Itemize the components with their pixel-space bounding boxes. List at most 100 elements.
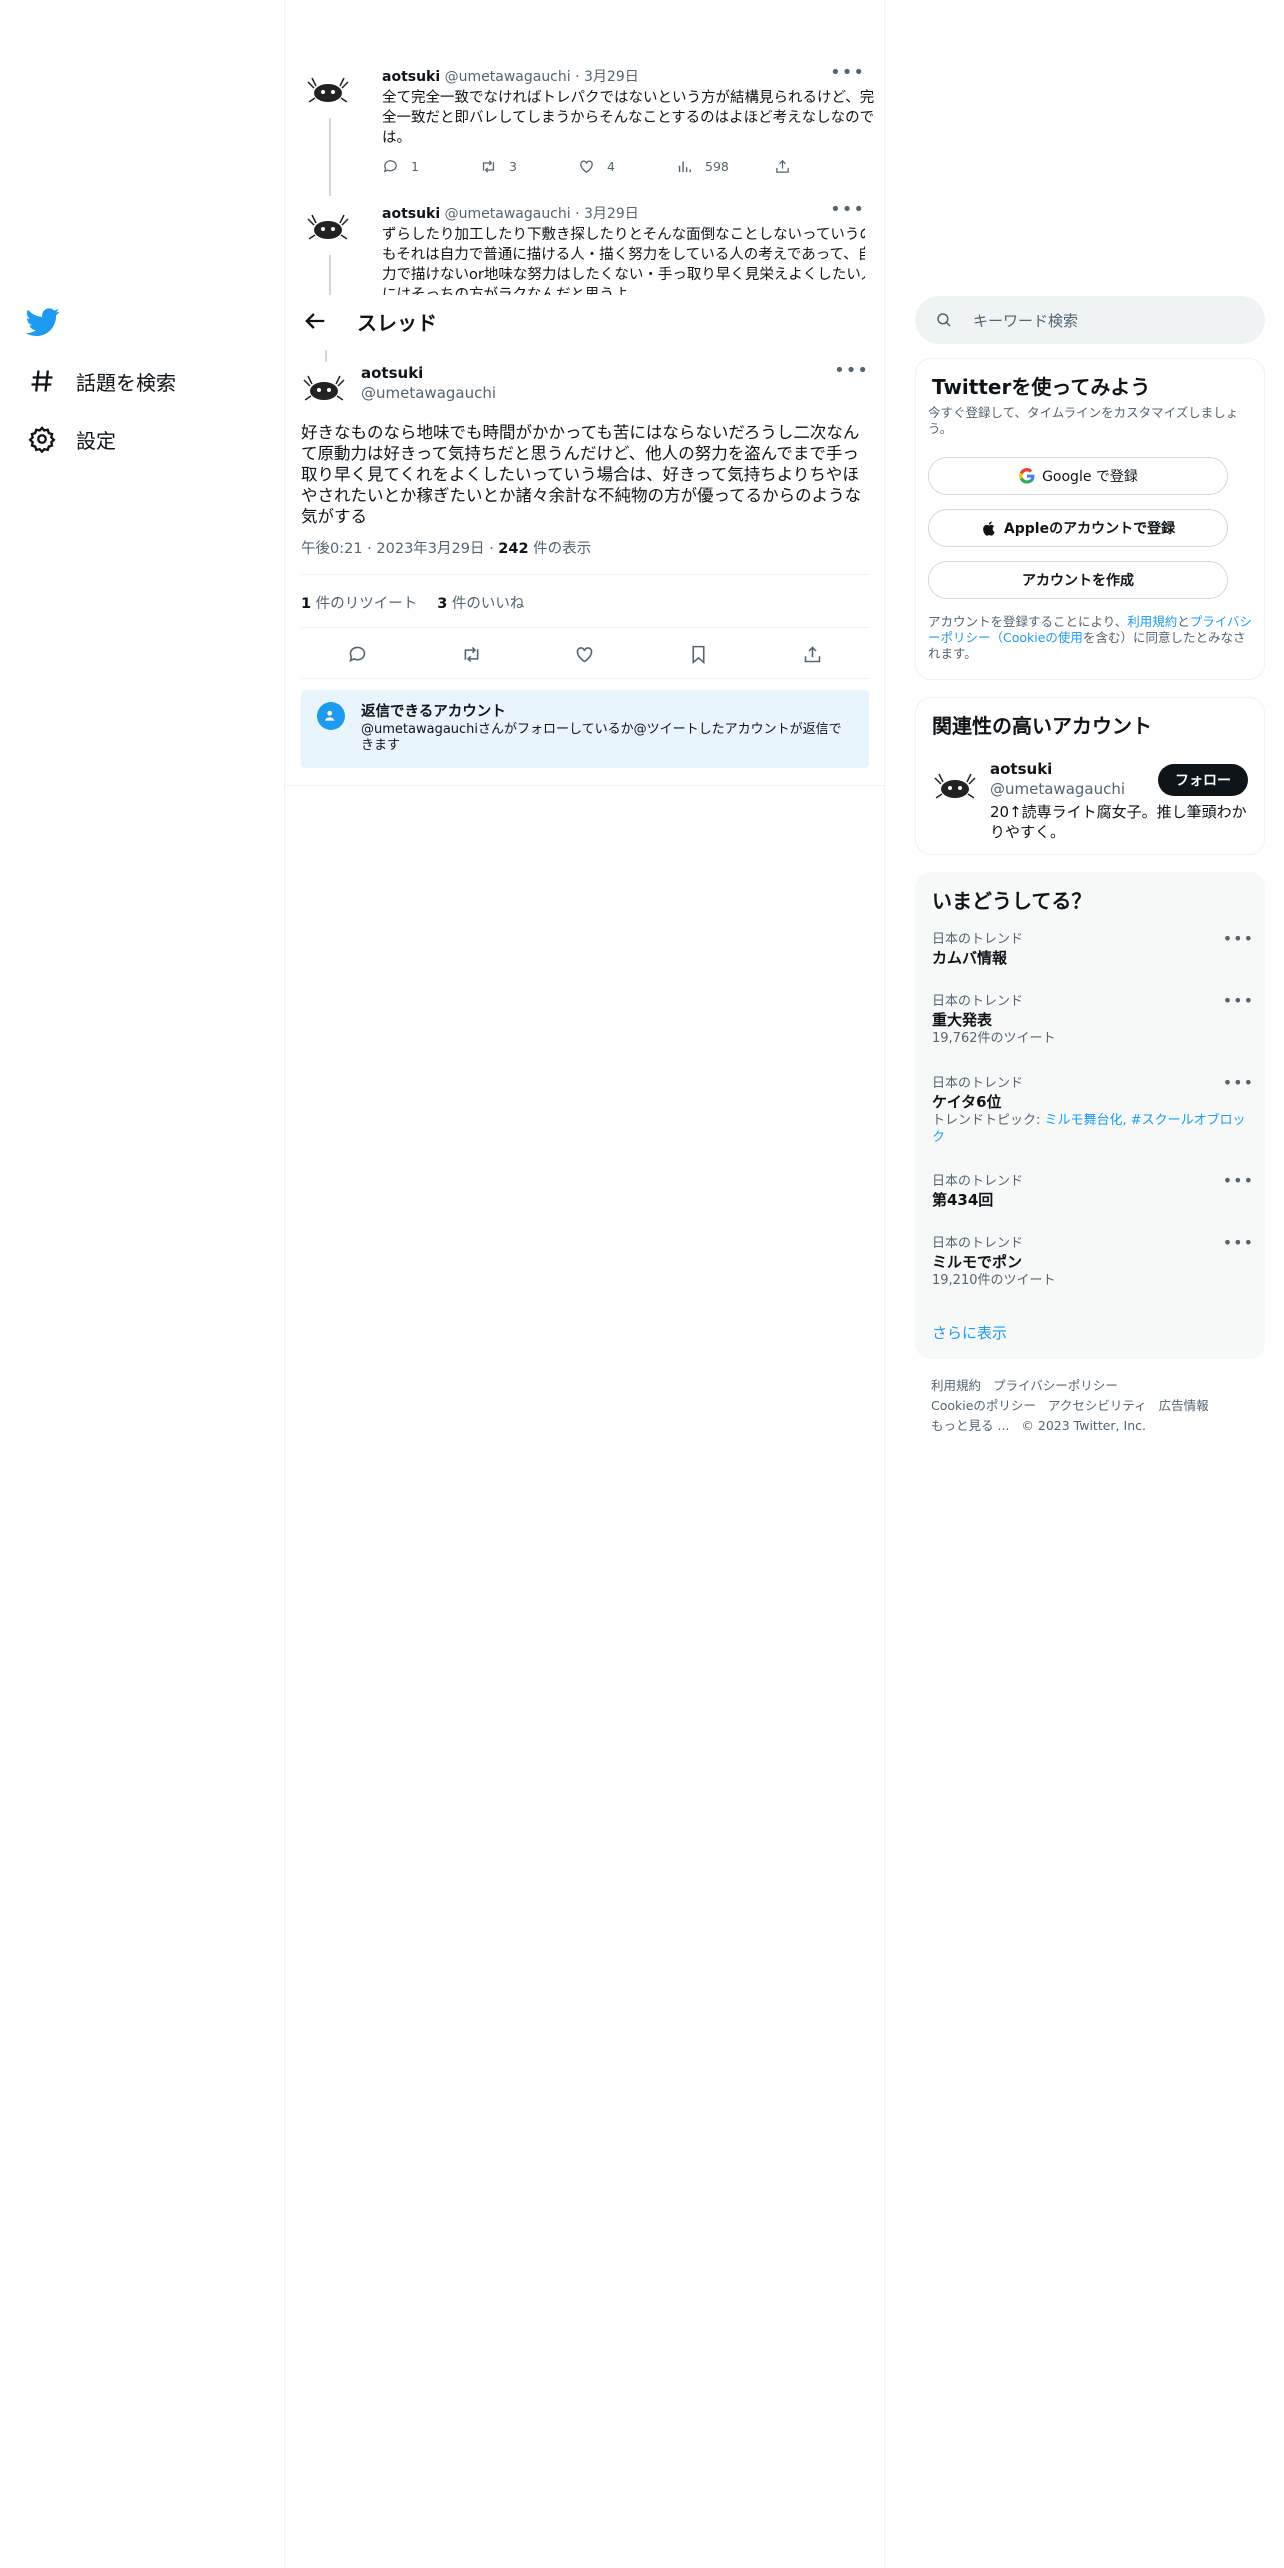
more-icon[interactable]: ••• [1223,929,1254,948]
nav-settings-label: 設定 [76,428,116,453]
reply-button[interactable]: 1 [382,158,480,175]
related-name[interactable]: aotsuki [990,760,1052,778]
hashtag-icon [31,370,53,392]
tweet-timestamp[interactable]: 午後0:21 · 2023年3月29日 · [301,541,498,557]
thread-line [329,255,331,295]
like-stat[interactable]: 3 件のいいね [437,592,524,613]
views-label: 件の表示 [528,541,592,557]
left-nav: 話題を検索 設定 [0,0,285,2568]
search-icon [937,313,951,327]
signup-title: Twitterを使ってみよう [932,375,1151,399]
follow-button[interactable]: フォロー [1158,764,1248,796]
google-signup-label: Google で登録 [1042,469,1138,485]
author-handle[interactable]: @umetawagauchi [445,69,571,85]
terms-pre: アカウントを登録することにより、 [928,614,1128,629]
more-icon[interactable]: ••• [1223,1233,1254,1252]
trend-item[interactable]: 日本のトレンド ミルモでポン 19,210件のツイート ••• [932,1233,1254,1289]
avatar[interactable] [301,364,347,410]
page-title: スレッド [357,311,437,335]
tweet-date[interactable]: · 3月29日 [575,69,639,85]
footer-terms-link[interactable]: 利用規約 [931,1378,981,1393]
divider [301,678,869,679]
trend-topic: ミルモでポン [932,1253,1023,1271]
share-icon [776,159,789,173]
nav-explore[interactable]: 話題を検索 [28,361,176,401]
avatar[interactable] [305,66,351,112]
signup-card: Twitterを使ってみよう 今すぐ登録して、タイムラインをカスタマイズしましょ… [915,358,1265,680]
thread-tweet[interactable]: aotsuki @umetawagauchi · 3月29日 ••• 全て完全一… [305,62,874,196]
reply-count: 1 [411,159,419,174]
more-icon[interactable]: ••• [830,203,865,220]
author-name[interactable]: aotsuki [361,364,423,382]
tweet-meta: 午後0:21 · 2023年3月29日 · 242 件の表示 [301,537,591,558]
trend-item[interactable]: 日本のトレンド ケイタ6位 トレンドトピック: ミルモ舞台化, #スクールオブロ… [932,1073,1254,1146]
analytics-icon [678,161,691,173]
share-button[interactable] [774,158,872,175]
trend-topic: ケイタ6位 [932,1093,1002,1111]
search-placeholder: キーワード検索 [973,311,1079,330]
author-name[interactable]: aotsuki [382,206,440,222]
retweet-button[interactable]: 3 [480,158,578,175]
thread-line [325,350,327,362]
author-handle[interactable]: @umetawagauchi [361,384,496,402]
trend-related-topics: トレンドトピック: ミルモ舞台化, #スクールオブロック [932,1112,1252,1146]
more-icon[interactable]: ••• [1223,1073,1254,1092]
terms-link[interactable]: 利用規約 [1127,614,1177,629]
trend-topic-prefix: トレンドトピック: [932,1113,1045,1128]
create-account-button[interactable]: アカウントを作成 [928,561,1228,599]
retweet-count: 3 [509,159,517,174]
divider [301,627,869,628]
user-check-icon [317,702,345,730]
heart-icon [580,160,593,173]
more-icon[interactable]: ••• [1223,991,1254,1010]
footer-copyright: © 2023 Twitter, Inc. [1021,1418,1146,1433]
trend-category: 日本のトレンド [932,1174,1024,1189]
reply-icon[interactable] [347,644,368,665]
twitter-logo-icon[interactable] [26,305,60,339]
retweet-stat[interactable]: 1 件のリツイート [301,592,417,613]
more-icon[interactable]: ••• [834,360,869,381]
related-handle[interactable]: @umetawagauchi [990,780,1125,798]
thread-tweet[interactable]: aotsuki @umetawagauchi · 3月29日 ••• ずらしたり… [305,203,865,295]
search-input[interactable]: キーワード検索 [915,296,1265,344]
trend-topic: 第434回 [932,1191,994,1209]
apple-signup-button[interactable]: Appleのアカウントで登録 [928,509,1228,547]
heart-icon[interactable] [574,644,595,665]
share-icon[interactable] [802,644,823,665]
trend-item[interactable]: 日本のトレンド カムバ情報 ••• [932,929,1254,968]
tweet-header: aotsuki @umetawagauchi · 3月29日 [382,203,639,223]
show-more-link[interactable]: さらに表示 [932,1322,1007,1343]
footer-privacy-link[interactable]: プライバシーポリシー [993,1378,1118,1393]
apple-icon [983,520,995,536]
like-count: 3 [437,596,448,612]
like-button[interactable]: 4 [578,158,676,175]
google-signup-button[interactable]: Google で登録 [928,457,1228,495]
avatar[interactable] [932,762,978,808]
like-label: 件のいいね [447,596,525,612]
trend-item[interactable]: 日本のトレンド 第434回 ••• [932,1171,1254,1210]
bookmark-icon[interactable] [688,644,709,665]
trend-category: 日本のトレンド [932,1236,1024,1251]
nav-settings[interactable]: 設定 [28,419,116,459]
signup-subtitle: 今すぐ登録して、タイムラインをカスタマイズしましょう。 [928,405,1239,436]
footer-more-link[interactable]: もっと見る ... [931,1418,1009,1433]
tweet-action-bar [301,629,869,679]
trend-topic: カムバ情報 [932,949,1008,967]
retweet-icon[interactable] [461,644,482,665]
tweet-stats: 1 件のリツイート 3 件のいいね [301,592,524,613]
footer-cookie-link[interactable]: Cookieのポリシー [931,1398,1036,1413]
trend-category: 日本のトレンド [932,994,1024,1009]
avatar[interactable] [305,203,351,249]
more-icon[interactable]: ••• [830,62,865,83]
more-icon[interactable]: ••• [1223,1171,1254,1190]
trend-item[interactable]: 日本のトレンド 重大発表 19,762件のツイート ••• [932,991,1254,1047]
reply-restriction-title: 返信できるアカウント [361,704,506,720]
footer-accessibility-link[interactable]: アクセシビリティ [1048,1398,1147,1413]
author-name[interactable]: aotsuki [382,69,440,85]
tweet-date[interactable]: · 3月29日 [575,206,639,222]
footer-ads-link[interactable]: 広告情報 [1159,1398,1209,1413]
tweet-actions: 1 3 4 598 [382,158,872,175]
back-arrow-icon[interactable] [301,307,329,335]
author-handle[interactable]: @umetawagauchi [445,206,571,222]
views-button[interactable]: 598 [676,158,774,175]
